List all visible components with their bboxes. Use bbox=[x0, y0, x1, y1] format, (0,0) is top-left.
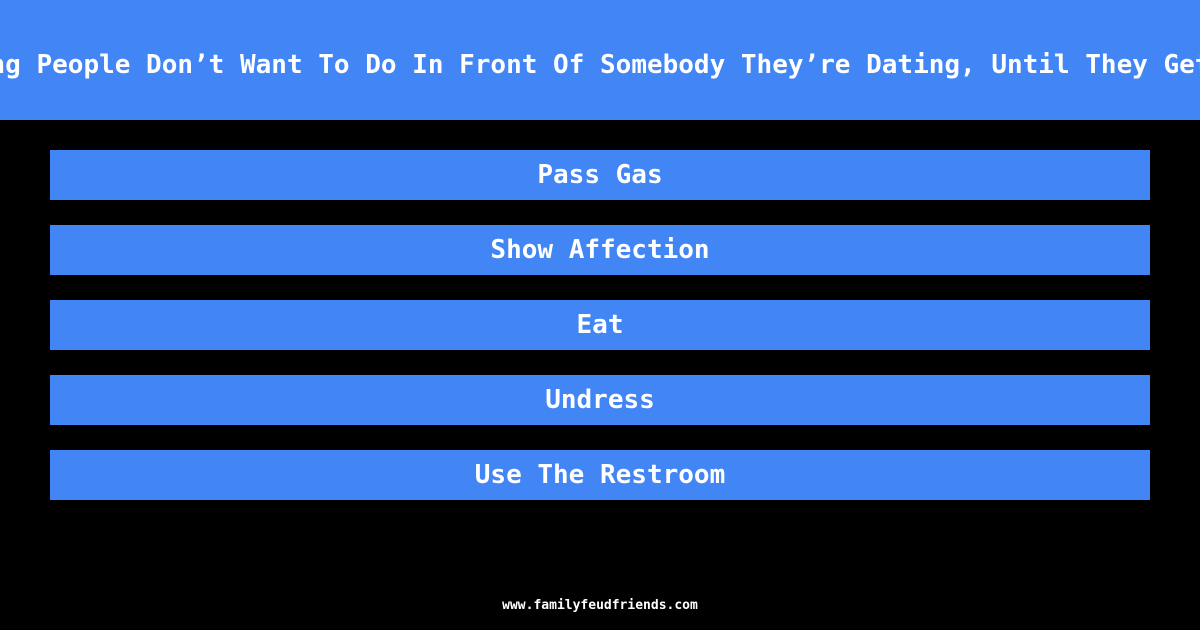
answer-item: Pass Gas bbox=[50, 150, 1150, 200]
question-title: Name Something People Don’t Want To Do I… bbox=[0, 50, 1200, 80]
answer-item: Show Affection bbox=[50, 225, 1150, 275]
question-header: Name Something People Don’t Want To Do I… bbox=[0, 0, 1200, 120]
answer-item: Undress bbox=[50, 375, 1150, 425]
site-url: www.familyfeudfriends.com bbox=[502, 598, 698, 613]
answer-item: Use The Restroom bbox=[50, 450, 1150, 500]
answer-list: Pass Gas Show Affection Eat Undress Use … bbox=[50, 150, 1150, 525]
answer-item: Eat bbox=[50, 300, 1150, 350]
